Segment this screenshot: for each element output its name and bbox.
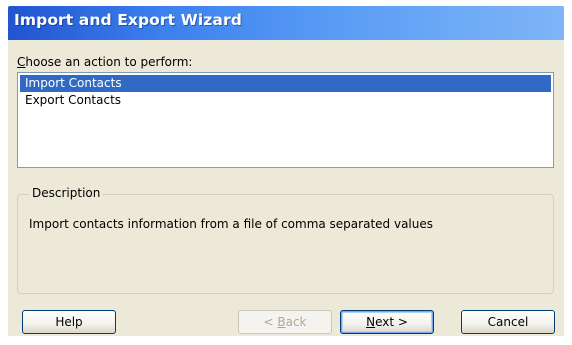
action-listbox[interactable]: Import Contacts Export Contacts bbox=[17, 72, 554, 168]
back-button-label: ack bbox=[285, 315, 307, 329]
list-item-export-contacts[interactable]: Export Contacts bbox=[20, 92, 551, 109]
next-button-mnemonic: N bbox=[366, 315, 376, 329]
list-item-import-contacts[interactable]: Import Contacts bbox=[20, 75, 551, 92]
cancel-button-label: Cancel bbox=[487, 315, 529, 329]
cancel-button[interactable]: Cancel bbox=[461, 310, 555, 334]
next-button[interactable]: Next > bbox=[340, 310, 434, 334]
description-text: Import contacts information from a file … bbox=[29, 217, 433, 231]
next-button-label: ext > bbox=[375, 315, 408, 329]
title-bar[interactable]: Import and Export Wizard bbox=[8, 6, 564, 40]
window-title: Import and Export Wizard bbox=[14, 11, 242, 29]
import-export-wizard-window: Import and Export Wizard Choose an actio… bbox=[0, 0, 572, 345]
help-button[interactable]: Help bbox=[22, 310, 116, 334]
description-legend: Description bbox=[29, 186, 104, 200]
action-prompt-label: Choose an action to perform: bbox=[17, 55, 192, 69]
help-button-label: Help bbox=[55, 315, 83, 329]
back-button-mnemonic: B bbox=[277, 315, 286, 329]
back-button-prefix: < bbox=[263, 315, 278, 329]
back-button[interactable]: < Back bbox=[238, 310, 332, 334]
prompt-text: hoose an action to perform: bbox=[25, 55, 193, 69]
description-groupbox bbox=[17, 194, 554, 294]
